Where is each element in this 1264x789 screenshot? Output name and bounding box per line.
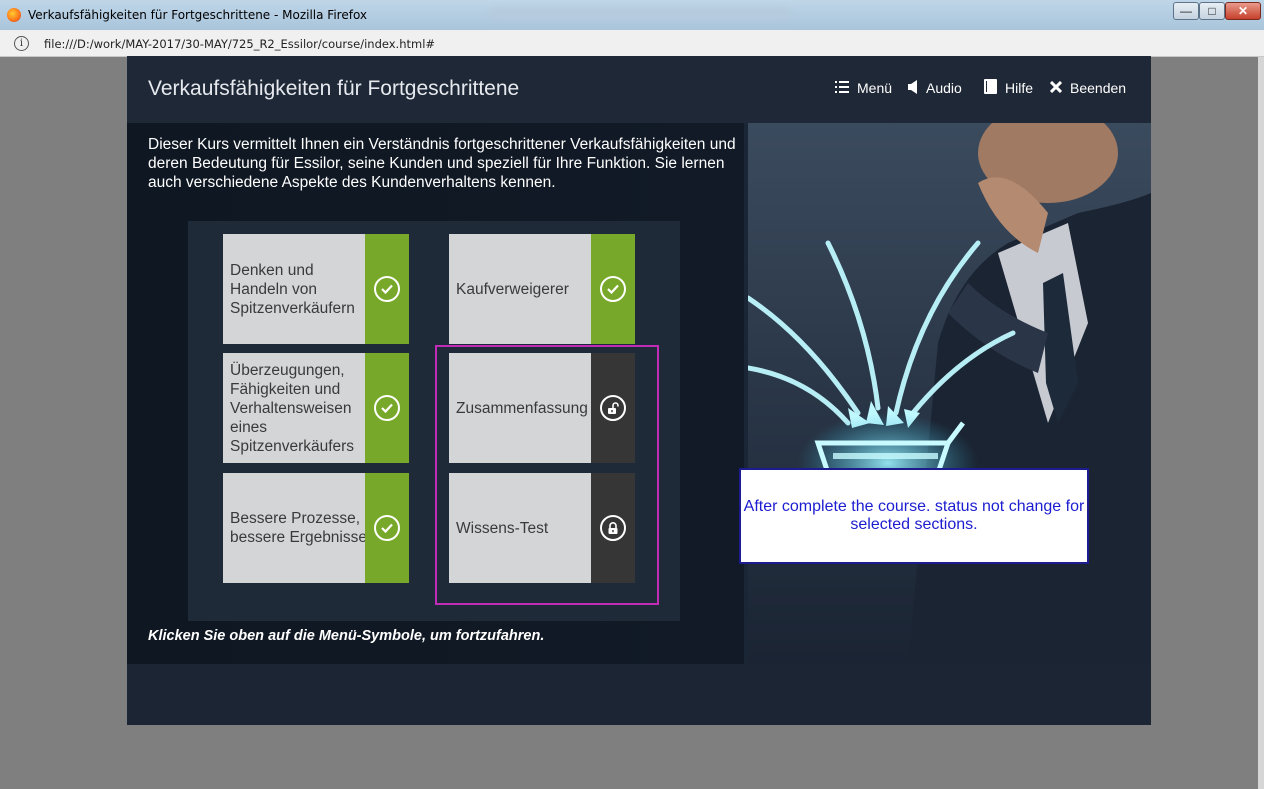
help-book-icon — [984, 79, 997, 97]
nav-exit-label: Beenden — [1070, 80, 1127, 96]
close-x-icon — [1049, 80, 1063, 96]
module-label: Kaufverweigerer — [456, 280, 569, 298]
bottom-bar — [127, 664, 1151, 725]
module-status-completed — [591, 234, 635, 344]
address-bar[interactable]: i file:///D:/work/MAY-2017/30-MAY/725_R2… — [0, 30, 1264, 57]
maximize-icon: □ — [1208, 4, 1216, 18]
course-header: Verkaufsfähigkeiten für Fortgeschrittene… — [127, 56, 1151, 123]
maximize-button[interactable]: □ — [1199, 2, 1225, 20]
intro-text: Dieser Kurs vermittelt Ihnen ein Verstän… — [148, 136, 736, 191]
blurred-title-text — [490, 9, 790, 20]
module-status-completed — [365, 473, 409, 583]
minimize-icon: — — [1180, 4, 1192, 18]
window-title: Verkaufsfähigkeiten für Fortgeschrittene… — [28, 8, 368, 22]
module-label: Denken und Handeln von Spitzenverkäufern — [230, 261, 355, 317]
course-title: Verkaufsfähigkeiten für Fortgeschrittene — [148, 77, 520, 100]
check-circle-icon — [374, 395, 400, 421]
url-text[interactable]: file:///D:/work/MAY-2017/30-MAY/725_R2_E… — [44, 37, 435, 51]
module-tile-denken[interactable]: Denken und Handeln von Spitzenverkäufern — [223, 234, 409, 344]
module-status-completed — [365, 353, 409, 463]
module-tile-bessere-prozesse[interactable]: Bessere Prozesse, bessere Ergebnisse — [223, 473, 409, 583]
window-titlebar: Verkaufsfähigkeiten für Fortgeschrittene… — [0, 0, 1264, 30]
module-tile-kaufverweigerer[interactable]: Kaufverweigerer — [449, 234, 635, 344]
course-content: Dieser Kurs vermittelt Ihnen ein Verstän… — [127, 123, 1151, 664]
minimize-button[interactable]: — — [1173, 2, 1199, 20]
annotation-text: After complete the course. status not ch… — [743, 498, 1085, 533]
window-close-button[interactable]: ✕ — [1225, 2, 1261, 20]
nav-exit-button[interactable]: Beenden — [1049, 79, 1127, 97]
scrollbar[interactable] — [1258, 57, 1264, 789]
nav-audio-label: Audio — [926, 80, 962, 96]
menu-list-icon — [835, 80, 849, 96]
check-circle-icon — [374, 276, 400, 302]
nav-help-label: Hilfe — [1005, 80, 1034, 96]
nav-menu-label: Menü — [857, 80, 893, 96]
nav-help-button[interactable]: Hilfe — [984, 79, 1033, 97]
left-panel: Dieser Kurs vermittelt Ihnen ein Verstän… — [127, 123, 747, 664]
module-tile-ueberzeugungen[interactable]: Überzeugungen, Fähigkeiten und Verhalten… — [223, 353, 409, 463]
module-status-completed — [365, 234, 409, 344]
selection-highlight — [435, 345, 659, 605]
annotation-callout: After complete the course. status not ch… — [739, 468, 1089, 564]
firefox-icon — [7, 8, 21, 22]
close-icon: ✕ — [1237, 4, 1249, 18]
check-circle-icon — [374, 515, 400, 541]
businessman-cart-image — [748, 123, 1151, 664]
module-label: Bessere Prozesse, bessere Ergebnisse — [230, 510, 367, 546]
nav-audio-button[interactable]: Audio — [908, 79, 962, 97]
nav-menu-button[interactable]: Menü — [835, 79, 892, 97]
speaker-icon — [908, 79, 918, 97]
course-player: Verkaufsfähigkeiten für Fortgeschrittene… — [127, 56, 1151, 725]
module-label: Überzeugungen, Fähigkeiten und Verhalten… — [230, 361, 355, 455]
check-circle-icon — [600, 276, 626, 302]
info-icon[interactable]: i — [14, 36, 29, 51]
footer-note: Klicken Sie oben auf die Menü-Symbole, u… — [148, 628, 545, 644]
